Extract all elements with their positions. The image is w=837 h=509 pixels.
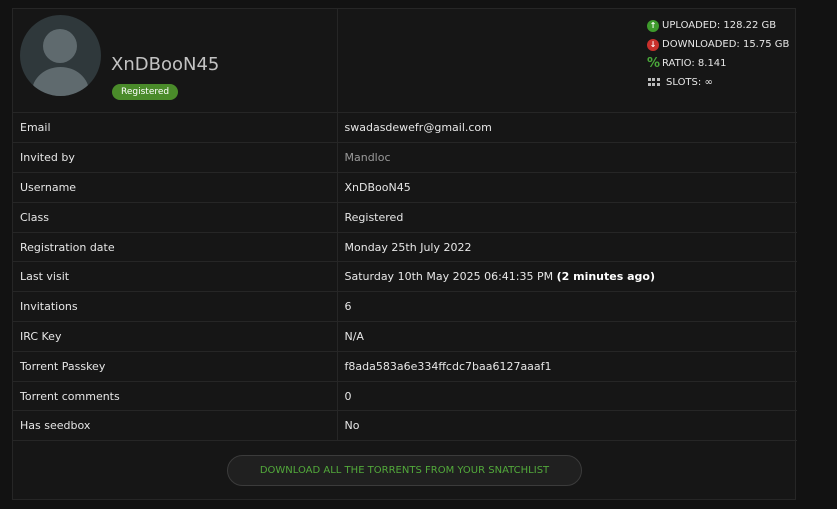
upload-arrow-icon: ↑ [647,19,659,32]
row-value-registration-date: Monday 25th July 2022 [337,232,797,263]
table-row: Invited by Mandloc [13,142,797,174]
row-label-email: Email [13,113,338,144]
row-label-last-visit: Last visit [13,261,338,293]
profile-header: XnDBooN45 Registered ↑ UPLOADED: 128.22 … [13,9,797,113]
download-snatchlist-button[interactable]: DOWNLOAD ALL THE TORRENTS FROM YOUR SNAT… [227,455,582,486]
invited-by-link[interactable]: Mandloc [345,151,391,164]
stat-downloaded-text: DOWNLOADED: 15.75 GB [662,39,790,50]
stat-ratio-text: RATIO: 8.141 [662,58,727,69]
table-row: Torrent comments 0 [13,381,797,412]
row-label-torrent-passkey: Torrent Passkey [13,351,338,382]
stat-slots-text: SLOTS: ∞ [666,77,713,88]
row-value-class: Registered [337,202,797,233]
stat-ratio: % RATIO: 8.141 [647,54,789,73]
table-row: Invitations 6 [13,291,797,323]
percent-icon: % [647,55,661,71]
row-value-irc-key: N/A [337,321,797,352]
stat-downloaded: ↓ DOWNLOADED: 15.75 GB [647,35,789,54]
profile-username: XnDBooN45 [111,54,220,75]
row-value-invitations: 6 [337,291,797,323]
table-row: Username XnDBooN45 [13,172,797,203]
table-row: Last visit Saturday 10th May 2025 06:41:… [13,261,797,293]
row-value-torrent-comments: 0 [337,381,797,412]
row-label-username: Username [13,172,338,203]
row-label-invited-by: Invited by [13,142,338,174]
row-value-torrent-passkey: f8ada583a6e334ffcdc7baa6127aaaf1 [337,351,797,382]
download-arrow-icon: ↓ [647,38,659,51]
class-badge: Registered [112,84,179,100]
row-label-class: Class [13,202,338,233]
header-divider [337,9,338,113]
avatar-head-shape [43,29,77,63]
row-label-torrent-comments: Torrent comments [13,381,338,412]
grid-slots-icon [647,77,663,89]
row-value-username: XnDBooN45 [337,172,797,203]
row-label-invitations: Invitations [13,291,338,323]
stat-uploaded-text: UPLOADED: 128.22 GB [662,20,777,31]
avatar [20,15,101,96]
row-label-irc-key: IRC Key [13,321,338,352]
table-row: Registration date Monday 25th July 2022 [13,232,797,263]
last-visit-relative: (2 minutes ago) [556,270,655,284]
table-row: Email swadasdewefr@gmail.com [13,113,797,144]
table-row: Has seedbox No [13,410,797,442]
profile-panel: XnDBooN45 Registered ↑ UPLOADED: 128.22 … [12,8,797,500]
row-value-email: swadasdewefr@gmail.com [337,113,797,144]
row-value-last-visit: Saturday 10th May 2025 06:41:35 PM [344,270,554,284]
avatar-body-shape [32,67,89,96]
table-row: IRC Key N/A [13,321,797,352]
table-row: Torrent Passkey f8ada583a6e334ffcdc7baa6… [13,351,797,382]
stat-slots: SLOTS: ∞ [647,73,789,92]
table-row: Class Registered [13,202,797,233]
transfer-stats: ↑ UPLOADED: 128.22 GB ↓ DOWNLOADED: 15.7… [647,16,789,92]
profile-info-table: Email swadasdewefr@gmail.com Invited by … [13,113,797,442]
row-label-has-seedbox: Has seedbox [13,410,338,442]
row-value-has-seedbox: No [337,410,797,442]
row-label-registration-date: Registration date [13,232,338,263]
stat-uploaded: ↑ UPLOADED: 128.22 GB [647,16,789,35]
